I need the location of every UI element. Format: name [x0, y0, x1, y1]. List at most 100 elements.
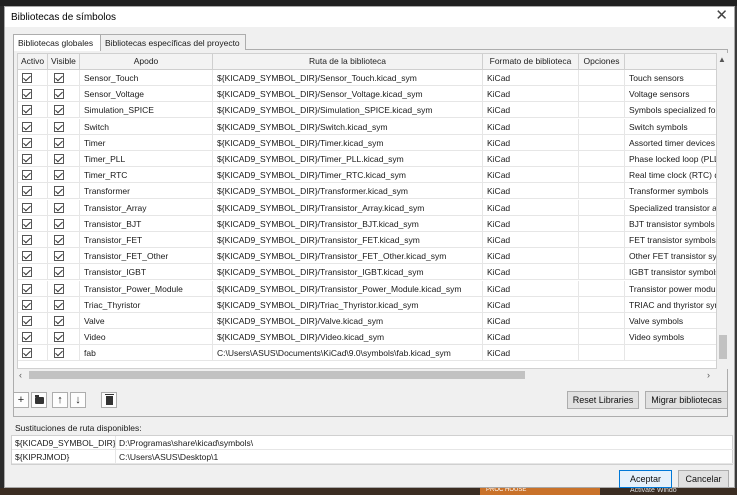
- scroll-up-arrow-icon[interactable]: ▲: [718, 55, 726, 64]
- add-library-button[interactable]: +: [13, 392, 29, 408]
- scroll-right-arrow-icon[interactable]: ›: [707, 369, 710, 381]
- reset-libraries-button[interactable]: Reset Libraries: [567, 391, 639, 409]
- cell-nickname[interactable]: Triac_Thyristor: [80, 296, 213, 313]
- active-checkbox[interactable]: [22, 316, 32, 326]
- active-checkbox[interactable]: [22, 332, 32, 343]
- table-row[interactable]: Timer_PLL ${KICAD9_SYMBOL_DIR}/Timer_PLL.…: [18, 151, 716, 167]
- cell-nickname[interactable]: Timer_PLL: [80, 151, 213, 167]
- table-row[interactable]: Triac_Thyristor ${KICAD9_SYMBOL_DIR}/Tria…: [18, 296, 716, 313]
- cell-description[interactable]: Assorted timer devices: [625, 135, 716, 151]
- cell-nickname[interactable]: Simulation_SPICE: [80, 102, 213, 119]
- cell-format[interactable]: KiCad: [483, 183, 579, 200]
- table-row[interactable]: Switch ${KICAD9_SYMBOL_DIR}/Switch.kicad_…: [18, 118, 716, 135]
- cell-nickname[interactable]: Transistor_FET: [80, 232, 213, 248]
- visible-checkbox[interactable]: [54, 170, 64, 181]
- horizontal-scroll-thumb[interactable]: [29, 371, 525, 379]
- table-row[interactable]: Transistor_Array ${KICAD9_SYMBOL_DIR}/Tra…: [18, 199, 716, 216]
- active-checkbox[interactable]: [22, 73, 32, 83]
- table-row[interactable]: Transistor_Power_Module ${KICAD9_SYMBOL_D…: [18, 280, 716, 297]
- active-checkbox[interactable]: [22, 299, 32, 310]
- cell-format[interactable]: KiCad: [483, 118, 579, 135]
- cell-path[interactable]: ${KICAD9_SYMBOL_DIR}/Sensor_Touch.kicad_…: [213, 70, 483, 86]
- cell-options[interactable]: [579, 86, 625, 103]
- cell-nickname[interactable]: Video: [80, 329, 213, 346]
- cell-description[interactable]: Switch symbols: [625, 119, 716, 135]
- table-row[interactable]: Transistor_FET_Other ${KICAD9_SYMBOL_DIR}…: [18, 248, 716, 265]
- remove-library-button[interactable]: [101, 392, 117, 408]
- visible-checkbox[interactable]: [54, 137, 64, 148]
- cell-format[interactable]: KiCad: [483, 199, 579, 216]
- cell-description[interactable]: Real time clock (RTC) de: [625, 167, 716, 183]
- cell-format[interactable]: KiCad: [483, 329, 579, 346]
- cell-options[interactable]: [579, 264, 625, 281]
- cell-description[interactable]: [625, 345, 716, 361]
- cell-format[interactable]: KiCad: [483, 70, 579, 86]
- cell-description[interactable]: Voltage sensors: [625, 86, 716, 102]
- cell-nickname[interactable]: Valve: [80, 313, 213, 329]
- cell-format[interactable]: KiCad: [483, 345, 579, 362]
- visible-checkbox[interactable]: [54, 283, 64, 294]
- scroll-left-arrow-icon[interactable]: ‹: [19, 369, 22, 381]
- visible-checkbox[interactable]: [54, 316, 64, 326]
- visible-checkbox[interactable]: [54, 332, 64, 343]
- cell-path[interactable]: ${KICAD9_SYMBOL_DIR}/Transistor_IGBT.kic…: [213, 264, 483, 281]
- active-checkbox[interactable]: [22, 170, 32, 181]
- table-row[interactable]: Simulation_SPICE ${KICAD9_SYMBOL_DIR}/Sim…: [18, 102, 716, 119]
- table-row[interactable]: Transistor_IGBT ${KICAD9_SYMBOL_DIR}/Tran…: [18, 264, 716, 281]
- cell-nickname[interactable]: Transistor_FET_Other: [80, 248, 213, 265]
- visible-checkbox[interactable]: [54, 202, 64, 213]
- visible-checkbox[interactable]: [54, 105, 64, 116]
- cell-path[interactable]: ${KICAD9_SYMBOL_DIR}/Transistor_FET.kica…: [213, 232, 483, 248]
- tab-project-libraries[interactable]: Bibliotecas específicas del proyecto: [100, 34, 246, 50]
- active-checkbox[interactable]: [22, 218, 32, 229]
- table-row[interactable]: Sensor_Voltage ${KICAD9_SYMBOL_DIR}/Senso…: [18, 86, 716, 103]
- cell-path[interactable]: C:\Users\ASUS\Documents\KiCad\9.0\symbol…: [213, 345, 483, 362]
- cell-nickname[interactable]: Transformer: [80, 183, 213, 200]
- cell-path[interactable]: ${KICAD9_SYMBOL_DIR}/Transistor_Power_Mo…: [213, 280, 483, 297]
- cell-format[interactable]: KiCad: [483, 296, 579, 313]
- table-row[interactable]: Valve ${KICAD9_SYMBOL_DIR}/Valve.kicad_sy…: [18, 313, 716, 329]
- cell-description[interactable]: TRIAC and thyristor symb: [625, 297, 716, 313]
- visible-checkbox[interactable]: [54, 235, 64, 245]
- accept-button[interactable]: Aceptar: [619, 470, 672, 488]
- cell-format[interactable]: KiCad: [483, 151, 579, 167]
- table-row[interactable]: Transformer ${KICAD9_SYMBOL_DIR}/Transfor…: [18, 183, 716, 200]
- column-header-options[interactable]: Opciones: [579, 54, 625, 70]
- cell-nickname[interactable]: Timer_RTC: [80, 167, 213, 184]
- cell-path[interactable]: ${KICAD9_SYMBOL_DIR}/Timer.kicad_sym: [213, 134, 483, 151]
- tab-global-libraries[interactable]: Bibliotecas globales: [13, 34, 101, 51]
- cell-options[interactable]: [579, 118, 625, 135]
- table-row[interactable]: fab C:\Users\ASUS\Documents\KiCad\9.0\sym…: [18, 345, 716, 362]
- column-header-description[interactable]: [625, 54, 716, 70]
- cell-format[interactable]: KiCad: [483, 280, 579, 297]
- cell-format[interactable]: KiCad: [483, 264, 579, 281]
- cell-format[interactable]: KiCad: [483, 232, 579, 248]
- cancel-button[interactable]: Cancelar: [678, 470, 729, 488]
- cell-description[interactable]: Valve symbols: [625, 313, 716, 329]
- cell-options[interactable]: [579, 215, 625, 232]
- visible-checkbox[interactable]: [54, 186, 64, 197]
- cell-description[interactable]: Other FET transistor symb: [625, 248, 716, 264]
- cell-description[interactable]: Touch sensors: [625, 70, 716, 86]
- close-icon[interactable]: ✕: [715, 8, 728, 24]
- active-checkbox[interactable]: [22, 283, 32, 294]
- active-checkbox[interactable]: [22, 186, 32, 197]
- column-header-visible[interactable]: Visible: [48, 54, 80, 70]
- cell-path[interactable]: ${KICAD9_SYMBOL_DIR}/Valve.kicad_sym: [213, 313, 483, 329]
- cell-description[interactable]: Symbols specialized for: [625, 102, 716, 118]
- column-header-path[interactable]: Ruta de la biblioteca: [213, 54, 483, 70]
- cell-path[interactable]: ${KICAD9_SYMBOL_DIR}/Simulation_SPICE.ki…: [213, 102, 483, 119]
- cell-options[interactable]: [579, 248, 625, 265]
- table-row[interactable]: Video ${KICAD9_SYMBOL_DIR}/Video.kicad_sy…: [18, 329, 716, 346]
- cell-options[interactable]: [579, 151, 625, 167]
- cell-format[interactable]: KiCad: [483, 167, 579, 184]
- cell-format[interactable]: KiCad: [483, 248, 579, 265]
- cell-nickname[interactable]: Sensor_Touch: [80, 70, 213, 86]
- table-row[interactable]: Timer ${KICAD9_SYMBOL_DIR}/Timer.kicad_sy…: [18, 134, 716, 151]
- cell-description[interactable]: BJT transistor symbols: [625, 216, 716, 232]
- visible-checkbox[interactable]: [54, 267, 64, 278]
- vertical-scrollbar[interactable]: ▲: [717, 53, 729, 369]
- active-checkbox[interactable]: [22, 137, 32, 148]
- cell-nickname[interactable]: Switch: [80, 118, 213, 135]
- cell-format[interactable]: KiCad: [483, 86, 579, 103]
